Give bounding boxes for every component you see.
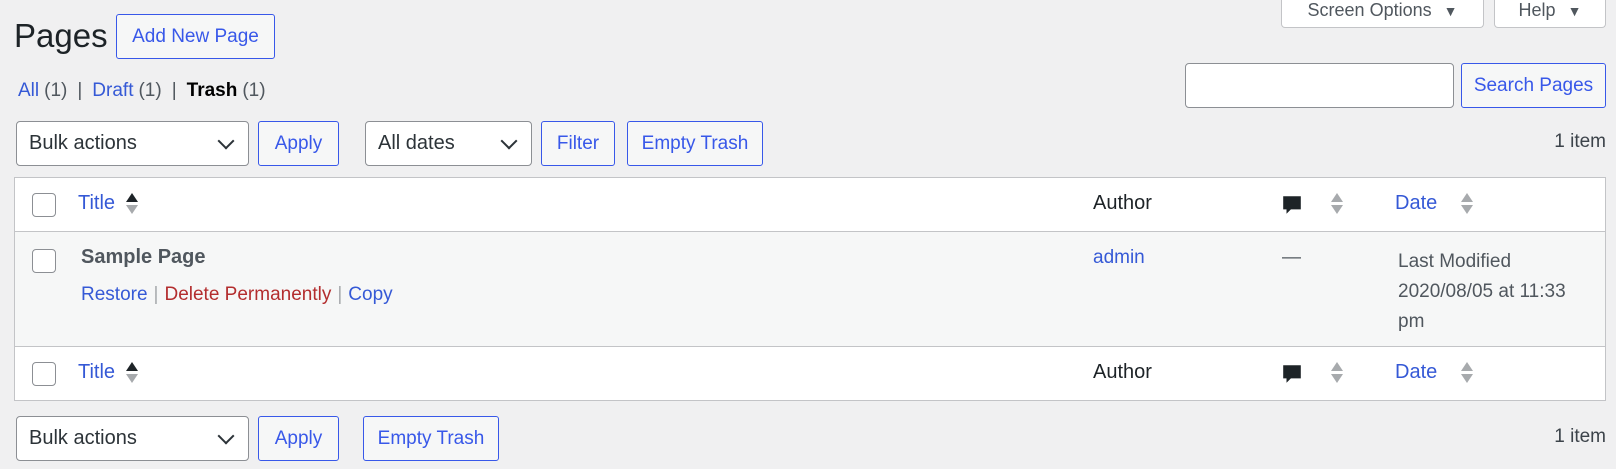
search-pages-button[interactable]: Search Pages: [1461, 63, 1606, 108]
bulk-actions-value: Bulk actions: [29, 427, 137, 449]
sort-arrows-icon[interactable]: [1461, 193, 1473, 217]
apply-button-bottom[interactable]: Apply: [258, 416, 339, 461]
bulk-actions-select-bottom[interactable]: Bulk actions: [16, 416, 249, 461]
column-author: Author: [1093, 192, 1152, 214]
column-date[interactable]: Date: [1395, 361, 1437, 384]
row-date-value: 2020/08/05 at 11:33: [1398, 281, 1566, 302]
chevron-down-icon: [500, 132, 518, 149]
triangle-down-icon: ▼: [1443, 2, 1458, 19]
row-checkbox[interactable]: [32, 249, 56, 273]
separator: |: [77, 80, 83, 101]
item-count-bottom: 1 item: [1554, 426, 1606, 447]
triangle-down-icon: ▼: [1567, 2, 1582, 19]
empty-trash-button-bottom[interactable]: Empty Trash: [363, 416, 499, 461]
dates-value: All dates: [378, 132, 455, 154]
column-title[interactable]: Title: [78, 361, 115, 384]
view-trash-count: (1): [242, 80, 266, 101]
row-comments: —: [1282, 247, 1301, 268]
pages-table: Title Author Date Sample Page Restore | …: [14, 177, 1606, 401]
view-trash-link[interactable]: Trash: [187, 80, 238, 102]
item-count: 1 item: [1554, 131, 1606, 152]
view-all-link[interactable]: All: [18, 80, 39, 102]
comment-bubble-icon: [1283, 365, 1301, 383]
column-title[interactable]: Title: [78, 192, 115, 215]
sort-arrows-icon[interactable]: [1331, 362, 1343, 386]
separator: |: [337, 284, 343, 305]
sort-arrows-icon[interactable]: [1461, 362, 1473, 386]
add-new-page-button[interactable]: Add New Page: [116, 14, 275, 59]
select-all-checkbox[interactable]: [32, 362, 56, 386]
page-title: Pages: [14, 17, 108, 54]
bulk-actions-value: Bulk actions: [29, 132, 137, 154]
sort-arrows-icon[interactable]: [126, 362, 138, 386]
chevron-down-icon: [217, 132, 235, 149]
column-date[interactable]: Date: [1395, 192, 1437, 215]
delete-permanently-link[interactable]: Delete Permanently: [164, 284, 331, 306]
copy-link[interactable]: Copy: [348, 284, 392, 306]
table-row: Sample Page Restore | Delete Permanently…: [15, 232, 1605, 346]
apply-button[interactable]: Apply: [258, 121, 339, 166]
column-author: Author: [1093, 361, 1152, 383]
row-actions: Restore | Delete Permanently | Copy: [81, 284, 393, 306]
view-all-count: (1): [44, 80, 68, 101]
view-draft-count: (1): [138, 80, 162, 101]
row-date-status: Last Modified: [1398, 251, 1512, 272]
help-button[interactable]: Help ▼: [1494, 0, 1606, 28]
row-date: Last Modified 2020/08/05 at 11:33 pm: [1398, 247, 1566, 337]
separator: |: [153, 284, 159, 305]
restore-link[interactable]: Restore: [81, 284, 148, 306]
view-draft-link[interactable]: Draft: [92, 80, 133, 102]
row-date-time: pm: [1398, 311, 1425, 332]
sort-arrows-icon[interactable]: [126, 193, 138, 217]
row-title: Sample Page: [81, 246, 206, 268]
sort-arrows-icon[interactable]: [1331, 193, 1343, 217]
screen-options-label: Screen Options: [1307, 0, 1432, 20]
search-input[interactable]: [1185, 63, 1454, 108]
bulk-actions-select[interactable]: Bulk actions: [16, 121, 249, 166]
screen-options-button[interactable]: Screen Options ▼: [1281, 0, 1484, 28]
view-filters: All (1) | Draft (1) | Trash (1): [18, 80, 266, 102]
dates-select[interactable]: All dates: [365, 121, 532, 166]
table-header: Title Author Date: [15, 178, 1605, 232]
select-all-checkbox[interactable]: [32, 193, 56, 217]
separator: |: [171, 80, 177, 101]
chevron-down-icon: [217, 427, 235, 444]
comment-bubble-icon: [1283, 196, 1301, 214]
filter-button[interactable]: Filter: [541, 121, 615, 166]
row-author-link[interactable]: admin: [1093, 247, 1145, 269]
table-footer: Title Author Date: [15, 346, 1605, 400]
empty-trash-button[interactable]: Empty Trash: [627, 121, 763, 166]
help-label: Help: [1518, 0, 1556, 20]
